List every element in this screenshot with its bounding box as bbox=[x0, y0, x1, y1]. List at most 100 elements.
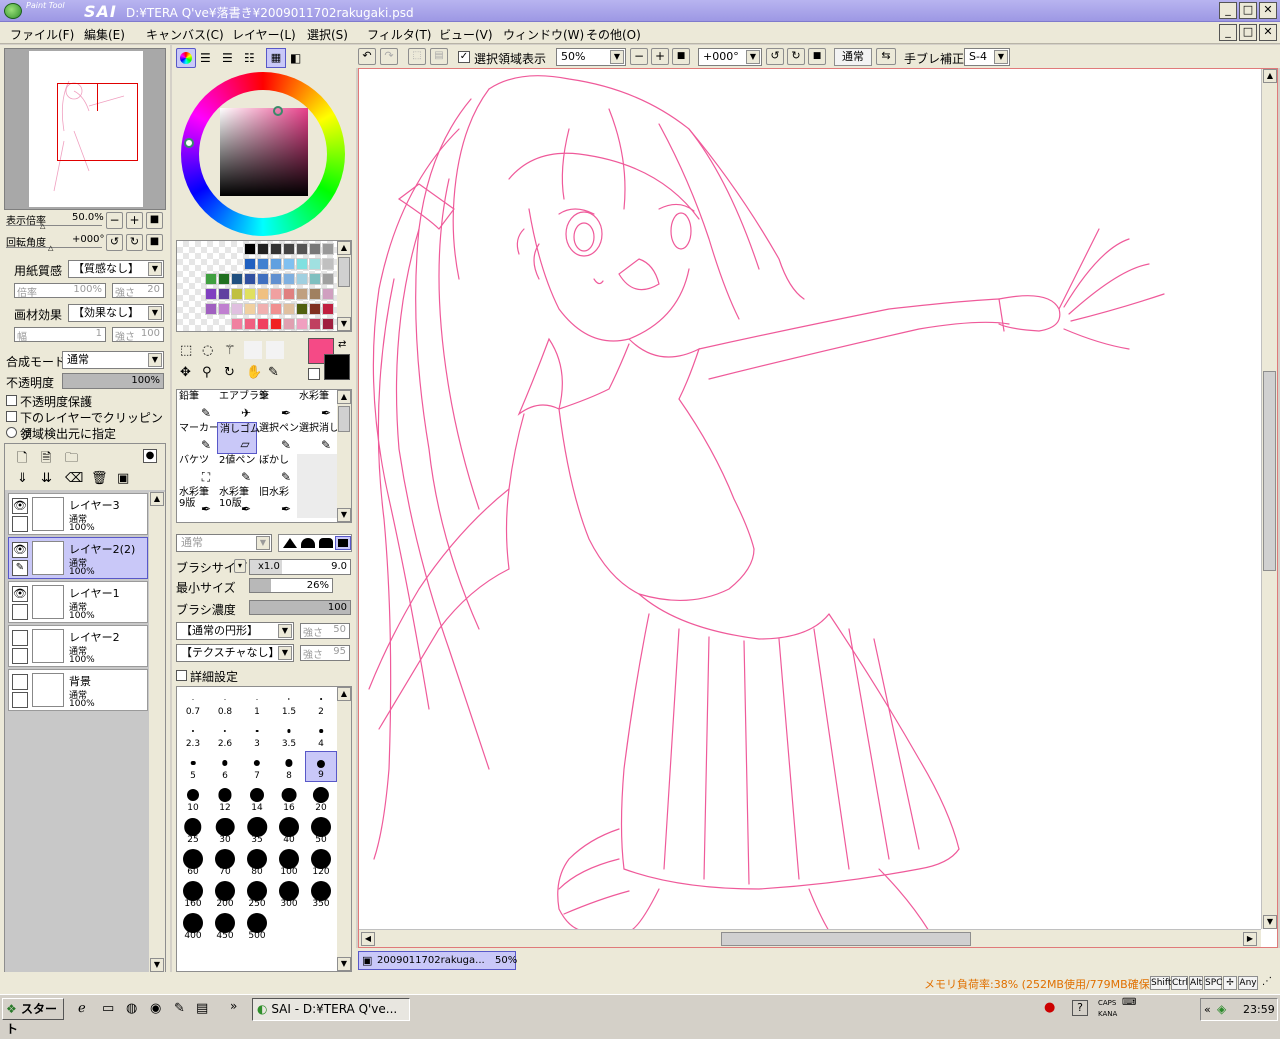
tool-binary-pen[interactable]: 2値ペン ✎ bbox=[217, 454, 257, 486]
color-swatch[interactable] bbox=[309, 318, 321, 330]
menu-layer[interactable]: レイヤー(L) bbox=[232, 26, 296, 43]
doc-minimize-button[interactable]: _ bbox=[1219, 24, 1237, 41]
redo-button[interactable]: ↷ bbox=[380, 48, 398, 65]
transparent-color-icon[interactable] bbox=[308, 368, 320, 380]
brush-size-cell[interactable]: 25 bbox=[177, 815, 209, 846]
color-swatch[interactable] bbox=[283, 258, 295, 270]
brush-size-cell[interactable]: 16 bbox=[273, 783, 305, 814]
new-layer-icon[interactable]: 🗋 bbox=[17, 449, 27, 471]
brush-mode-select[interactable]: 通常 ▼ bbox=[176, 534, 272, 552]
canvas-rotate-right-button[interactable]: ↻ bbox=[787, 48, 805, 65]
hue-ring[interactable] bbox=[181, 72, 345, 236]
rotate-slider[interactable] bbox=[6, 247, 102, 248]
brush-density-slider[interactable]: 100 bbox=[249, 600, 351, 615]
tool-old-watercolor[interactable]: 旧水彩 ✒ bbox=[257, 486, 297, 518]
color-swatch[interactable] bbox=[322, 303, 334, 315]
menu-window[interactable]: ウィンドウ(W) bbox=[503, 26, 584, 43]
tool-watercolor[interactable]: 水彩筆 ✒ bbox=[297, 390, 337, 422]
scroll-thumb[interactable] bbox=[338, 406, 350, 432]
brush-texture-select[interactable]: 【テクスチャなし】 ▼ bbox=[176, 644, 294, 662]
color-swatch[interactable] bbox=[283, 288, 295, 300]
color-swatch[interactable] bbox=[244, 258, 256, 270]
color-swatch[interactable] bbox=[309, 258, 321, 270]
color-swatch[interactable] bbox=[244, 288, 256, 300]
color-swatch[interactable] bbox=[231, 273, 243, 285]
maximize-button[interactable]: □ bbox=[1239, 2, 1257, 19]
record-icon[interactable]: ● bbox=[1044, 1000, 1055, 1015]
color-swatch[interactable] bbox=[257, 318, 269, 330]
tool-select-pen[interactable]: 選択ペン ✎ bbox=[257, 422, 299, 454]
color-swatch[interactable] bbox=[270, 303, 282, 315]
brush-size-cell[interactable]: 14 bbox=[241, 783, 273, 814]
canvas-zoom-reset-button[interactable]: ■ bbox=[672, 48, 690, 65]
trash-icon[interactable]: 🗑 bbox=[91, 471, 108, 486]
color-swatch[interactable] bbox=[218, 273, 230, 285]
color-swatch[interactable] bbox=[270, 273, 282, 285]
hsv-slider-tab[interactable]: ☰ bbox=[222, 51, 233, 65]
brush-size-cell[interactable]: 350 bbox=[305, 879, 337, 910]
scroll-down-icon[interactable]: ▼ bbox=[150, 958, 164, 972]
visibility-eye-icon[interactable]: 👁 bbox=[12, 498, 28, 514]
min-size-slider[interactable]: 26% bbox=[249, 578, 333, 593]
brush-edge-selector[interactable] bbox=[278, 534, 352, 552]
tool-watercolor-9[interactable]: 水彩筆 9版 ✒ bbox=[177, 486, 217, 518]
scroll-up-icon[interactable]: ▲ bbox=[337, 687, 351, 701]
scroll-down-icon[interactable]: ▼ bbox=[337, 508, 351, 522]
lasso-icon[interactable]: ◌ bbox=[202, 343, 213, 358]
color-swatch[interactable] bbox=[270, 243, 282, 255]
rotate-icon[interactable]: ↻ bbox=[224, 365, 235, 380]
brush-size-menu-button[interactable]: ▾ bbox=[234, 559, 246, 573]
scroll-down-icon[interactable]: ▼ bbox=[337, 317, 351, 331]
color-swatch[interactable] bbox=[283, 243, 295, 255]
canvas-zoom-select[interactable]: 50% ▼ bbox=[556, 48, 626, 66]
edit-lock-icon[interactable] bbox=[12, 648, 28, 664]
color-swatch[interactable] bbox=[270, 288, 282, 300]
color-swatch[interactable] bbox=[322, 273, 334, 285]
brush-size-cell[interactable]: 450 bbox=[209, 911, 241, 942]
scroll-right-icon[interactable]: ▶ bbox=[1243, 932, 1257, 946]
doc-close-button[interactable]: ✕ bbox=[1259, 24, 1277, 41]
color-swatch[interactable] bbox=[322, 288, 334, 300]
tool-select-erase[interactable]: 選択消し ✎ bbox=[297, 422, 339, 454]
scroll-up-icon[interactable]: ▲ bbox=[1263, 69, 1277, 83]
scratchpad-tab[interactable]: ◧ bbox=[290, 51, 301, 65]
quicklaunch-more-icon[interactable]: » bbox=[230, 999, 237, 1013]
scroll-down-icon[interactable]: ▼ bbox=[1263, 915, 1277, 929]
desktop-icon[interactable]: ▭ bbox=[102, 1001, 114, 1016]
brush-size-cell[interactable]: 7 bbox=[241, 751, 273, 782]
canvas-vscrollbar[interactable]: ▲ ▼ bbox=[1261, 69, 1277, 929]
layer-properties-icon[interactable]: ▣ bbox=[117, 471, 129, 486]
scroll-up-icon[interactable]: ▲ bbox=[150, 492, 164, 506]
help-icon[interactable]: ? bbox=[1072, 1000, 1088, 1016]
brush-size-cell[interactable]: 400 bbox=[177, 911, 209, 942]
color-swatch[interactable] bbox=[309, 243, 321, 255]
swatch-grid[interactable]: ▲ ▼ bbox=[176, 240, 352, 332]
stabilizer-select[interactable]: S-4 ▼ bbox=[964, 48, 1010, 66]
rotate-slider-thumb[interactable]: △ bbox=[48, 244, 53, 252]
sai-task-button[interactable]: ◐ SAI - D:¥TERA Q've... bbox=[252, 998, 410, 1021]
color-swatch[interactable] bbox=[283, 303, 295, 315]
brush-size-cell[interactable]: 10 bbox=[177, 783, 209, 814]
layer-row[interactable]: 👁 レイヤー1 通常 100% bbox=[8, 581, 148, 623]
merge-down-icon[interactable]: ⇊ bbox=[41, 471, 52, 486]
protect-opacity-checkbox[interactable] bbox=[6, 395, 17, 406]
color-swatch[interactable] bbox=[257, 273, 269, 285]
canvas-hscroll-thumb[interactable] bbox=[721, 932, 971, 946]
canvas-rotate-reset-button[interactable]: ■ bbox=[808, 48, 826, 65]
tray-app-icon[interactable]: ◈ bbox=[1217, 1002, 1226, 1016]
rgb-slider-tab[interactable]: ☰ bbox=[200, 51, 211, 65]
brush-size-cell[interactable]: 4 bbox=[305, 719, 337, 750]
color-swatch[interactable] bbox=[296, 258, 308, 270]
doc-restore-button[interactable]: □ bbox=[1239, 24, 1257, 41]
detail-settings-checkbox[interactable] bbox=[176, 670, 187, 681]
menu-canvas[interactable]: キャンバス(C) bbox=[146, 26, 224, 43]
color-swatch[interactable] bbox=[244, 243, 256, 255]
layer-row[interactable]: 背景 通常 100% bbox=[8, 669, 148, 711]
canvas-zoom-out-button[interactable]: − bbox=[630, 48, 648, 65]
color-swatch[interactable] bbox=[231, 303, 243, 315]
layer-row[interactable]: 👁 ✎ レイヤー2(2) 通常 100% bbox=[8, 537, 148, 579]
ime-icon[interactable]: ⌨ bbox=[1122, 997, 1136, 1008]
color-swatch[interactable] bbox=[296, 273, 308, 285]
flip-horizontal-button[interactable]: ⇆ bbox=[876, 48, 896, 65]
layer-row[interactable]: レイヤー2 通常 100% bbox=[8, 625, 148, 667]
